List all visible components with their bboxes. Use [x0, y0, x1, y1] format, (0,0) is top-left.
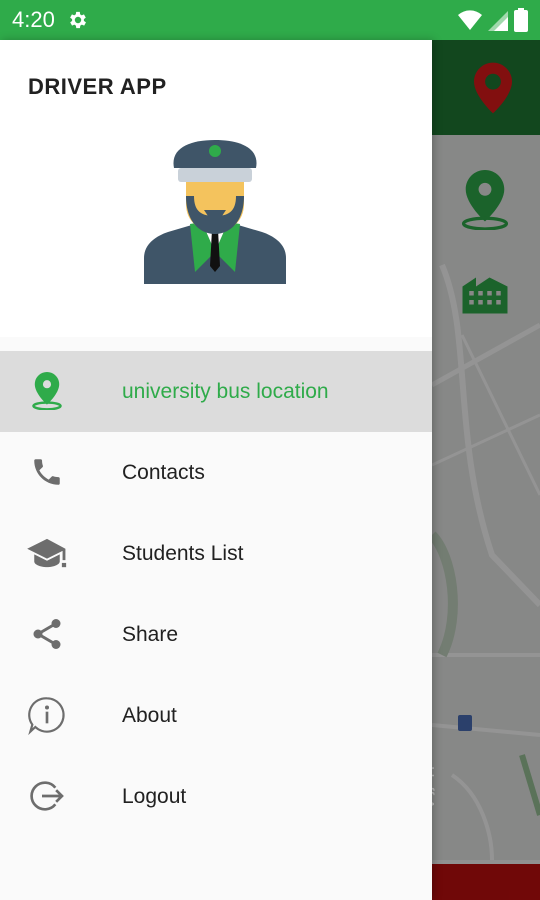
menu-item-share[interactable]: Share: [0, 594, 432, 675]
menu-item-label: About: [122, 703, 177, 727]
graduation-cap-icon: [27, 533, 67, 573]
drawer-menu: university bus location Contacts Student…: [0, 351, 432, 837]
status-time: 4:20: [12, 7, 55, 32]
menu-item-logout[interactable]: Logout: [0, 756, 432, 837]
menu-item-label: university bus location: [122, 379, 329, 403]
app-title: DRIVER APP: [28, 74, 167, 99]
menu-item-contacts[interactable]: Contacts: [0, 432, 432, 513]
logout-icon: [27, 776, 67, 816]
status-icons: [458, 8, 528, 32]
battery-icon: [514, 8, 528, 32]
menu-item-about[interactable]: About: [0, 675, 432, 756]
settings-gear-icon: [69, 11, 86, 29]
status-bar: 4:20: [0, 0, 540, 40]
share-icon: [27, 614, 67, 654]
drawer-header: DRIVER APP: [0, 40, 432, 337]
driver-avatar: [144, 140, 286, 284]
info-icon: [27, 695, 67, 736]
navigation-drawer: DRIVER APP university bus location Conta…: [0, 40, 432, 900]
menu-item-label: Students List: [122, 541, 244, 565]
menu-item-students-list[interactable]: Students List: [0, 513, 432, 594]
menu-item-label: Share: [122, 622, 179, 646]
cell-signal-icon: [488, 11, 508, 31]
menu-item-label: Logout: [122, 784, 187, 808]
wifi-icon: [458, 10, 482, 30]
drawer-scrim[interactable]: [432, 40, 540, 900]
phone-icon: [27, 452, 67, 492]
menu-item-university-bus-location[interactable]: university bus location: [0, 351, 432, 432]
location-pin-icon: [27, 371, 67, 411]
menu-item-label: Contacts: [122, 460, 205, 484]
